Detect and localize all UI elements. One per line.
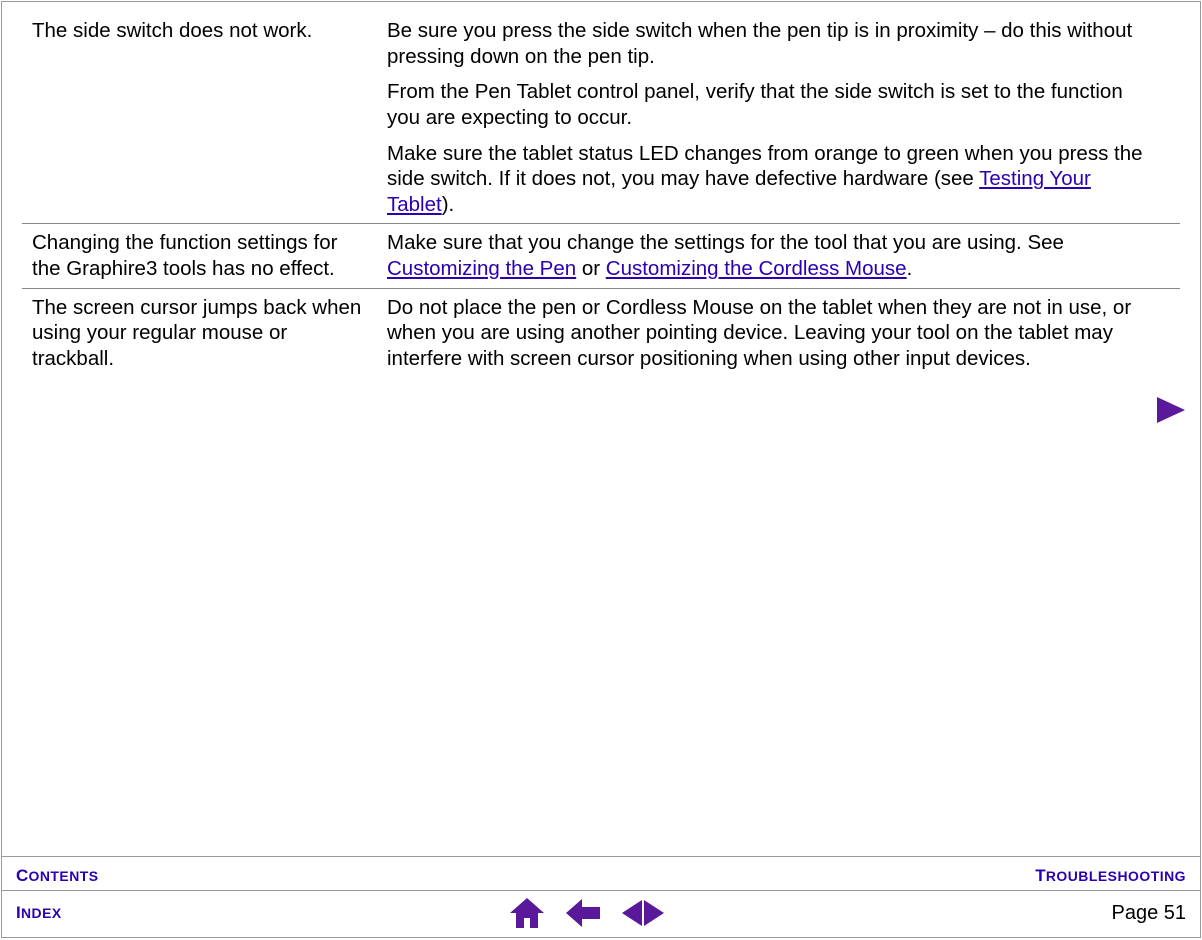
contents-label-first: C [16,866,28,885]
solution-cell: Make sure that you change the settings f… [377,224,1180,288]
contents-link[interactable]: CONTENTS [16,866,99,886]
troubleshooting-label-rest: ROUBLESHOOTING [1046,868,1186,884]
troubleshooting-table: The side switch does not work. Be sure y… [22,12,1180,378]
solution-cell: Be sure you press the side switch when t… [377,12,1180,224]
solution-text: or [576,257,606,280]
prev-page-button[interactable] [622,900,642,926]
customizing-the-pen-link[interactable]: Customizing the Pen [387,257,576,280]
continue-arrow-button[interactable] [1157,397,1185,423]
troubleshooting-link[interactable]: TROUBLESHOOTING [1035,866,1186,886]
page-footer: CONTENTS TROUBLESHOOTING INDEX [2,856,1200,937]
next-page-button[interactable] [644,900,664,926]
page-frame: The side switch does not work. Be sure y… [1,1,1201,938]
content-area: The side switch does not work. Be sure y… [2,2,1200,856]
solution-paragraph: Make sure that you change the settings f… [387,230,1145,281]
home-icon [510,898,544,928]
nav-icon-group [510,898,664,928]
solution-text: ). [442,193,455,216]
back-button[interactable] [566,899,600,927]
solution-paragraph: From the Pen Tablet control panel, verif… [387,79,1145,130]
solution-paragraph: Be sure you press the side switch when t… [387,18,1145,69]
footer-row-top: CONTENTS TROUBLESHOOTING [2,857,1200,891]
arrow-left-icon [566,899,600,927]
home-button[interactable] [510,898,544,928]
table-row: The side switch does not work. Be sure y… [22,12,1180,224]
solution-text: Make sure that you change the settings f… [387,231,1064,254]
index-link[interactable]: INDEX [16,903,62,923]
troubleshooting-label-first: T [1035,866,1046,885]
solution-paragraph: Do not place the pen or Cordless Mouse o… [387,295,1145,372]
index-label-rest: NDEX [21,905,62,921]
problem-cell: The screen cursor jumps back when using … [22,288,377,377]
footer-row-bottom: INDEX [2,891,1200,937]
prev-next-button-group [622,900,664,926]
contents-label-rest: ONTENTS [28,868,98,884]
solution-text: . [907,257,913,280]
triangle-right-icon [644,900,664,926]
page-number: Page 51 [1111,902,1186,925]
customizing-the-cordless-mouse-link[interactable]: Customizing the Cordless Mouse [606,257,907,280]
problem-cell: The side switch does not work. [22,12,377,224]
triangle-left-icon [622,900,642,926]
problem-cell: Changing the function settings for the G… [22,224,377,288]
table-row: The screen cursor jumps back when using … [22,288,1180,377]
solution-paragraph: Make sure the tablet status LED changes … [387,141,1145,218]
solution-cell: Do not place the pen or Cordless Mouse o… [377,288,1180,377]
table-row: Changing the function settings for the G… [22,224,1180,288]
triangle-right-icon [1157,397,1185,423]
